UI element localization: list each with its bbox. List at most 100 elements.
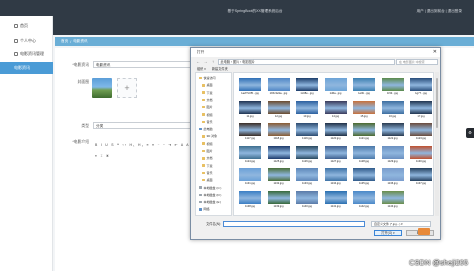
file-item[interactable]: 1g77...jpg [407, 78, 433, 95]
file-item[interactable]: 1119.jpg [293, 123, 321, 140]
file-grid-scrollbar[interactable] [435, 72, 439, 216]
file-item[interactable]: 1137.jpg [407, 168, 433, 185]
file-item[interactable]: 1142.jpg [350, 190, 378, 208]
nav-item[interactable]: 视频 [202, 113, 213, 117]
file-item[interactable]: 1143.jpg [379, 190, 407, 208]
up-arrow-icon[interactable]: ↑ [210, 59, 216, 65]
file-item[interactable]: 12.jpg [265, 100, 293, 118]
nav-item[interactable]: 网络 [199, 207, 210, 211]
file-item[interactable]: 1140.jpg [293, 190, 321, 208]
file-name: 1136.jpg [387, 182, 398, 185]
file-item[interactable]: 1e0b...jpg [350, 78, 378, 95]
file-item[interactable]: 1130.jpg [407, 145, 433, 163]
file-item[interactable]: 1134.jpg [322, 168, 350, 185]
file-item[interactable]: 1141.jpg [322, 190, 350, 208]
file-thumbnail [410, 168, 432, 181]
nav-item[interactable]: 音乐 [202, 171, 213, 175]
file-type-filter[interactable]: 自定义文件 (*.jpg...) ▾ [371, 220, 431, 227]
nav-item[interactable]: 此电脑 [199, 127, 213, 131]
file-item[interactable]: 1120.jpg [322, 123, 350, 140]
file-item[interactable]: 1133.jpg [293, 168, 321, 185]
upload-cover-button[interactable]: + [117, 78, 137, 98]
file-name: 1126.jpg [301, 159, 313, 163]
top-links[interactable]: 用户 | 退出到前台 | 退出登录 [417, 9, 462, 14]
file-item[interactable]: 1126.jpg [293, 145, 321, 163]
nav-item[interactable]: 桌面 [202, 83, 213, 87]
file-item[interactable]: 1118.jpg [265, 123, 293, 140]
file-item[interactable]: 1125.jpg [265, 145, 293, 163]
sidebar-item-news-management[interactable]: 电影资讯管理 [0, 48, 53, 60]
file-item[interactable]: 1129.jpg [379, 145, 407, 163]
nav-item[interactable]: 本地磁盘 (E:) [199, 200, 221, 204]
new-folder-button[interactable]: 新建文件夹 [212, 66, 228, 71]
nav-item[interactable]: 视频 [202, 142, 213, 146]
nav-item[interactable]: 3D 对象 [202, 134, 217, 138]
file-item[interactable]: 11.jpg [236, 100, 264, 118]
file-item[interactable]: 16.jpg [379, 100, 407, 118]
cover-thumbnail[interactable] [92, 78, 112, 98]
back-arrow-icon[interactable]: ← [195, 59, 201, 65]
file-item[interactable]: 1138.jpg [236, 190, 264, 208]
nav-item[interactable]: 快速访问 [199, 76, 216, 80]
nav-item-label: 音乐 [206, 119, 213, 124]
folder-icon [202, 135, 205, 138]
file-item[interactable]: 1c08e...jpg [293, 78, 321, 95]
file-item[interactable]: 1128.jpg [350, 145, 378, 163]
close-icon[interactable]: ✕ [433, 49, 437, 55]
sidebar-item-label: 个人中心 [20, 38, 36, 43]
file-item[interactable]: 1124.jpg [236, 145, 264, 163]
nav-item[interactable]: 下载 [202, 91, 213, 95]
file-item[interactable]: 13.jpg [293, 100, 321, 118]
nav-item[interactable]: 音乐 [202, 120, 213, 124]
file-item[interactable]: 1132.jpg [265, 168, 293, 185]
file-item[interactable]: 1b5c3e9a...jpg [265, 78, 293, 95]
nav-item[interactable]: 本地磁盘 (D:) [199, 193, 221, 197]
nav-item[interactable]: 文档 [202, 156, 213, 160]
file-item[interactable]: 1136.jpg [379, 168, 407, 185]
file-item[interactable]: 17.jpg [407, 100, 433, 118]
nav-item[interactable]: 下载 [202, 164, 213, 168]
settings-float-button[interactable]: ⚙ [466, 128, 474, 138]
sidebar-item-profile[interactable]: 个人中心 [0, 35, 53, 47]
nav-item[interactable]: 图片 [202, 149, 213, 153]
filename-input[interactable] [223, 220, 365, 227]
organize-button[interactable]: 组织 ▾ [197, 66, 206, 71]
search-input[interactable]: 在 电影图片 中搜索 [396, 58, 438, 65]
nav-item[interactable]: 桌面 [202, 178, 213, 182]
open-button[interactable]: 打开(O) ▾ [374, 230, 402, 236]
drive-icon [199, 200, 202, 204]
file-item[interactable]: 1135.jpg [350, 168, 378, 185]
file-thumbnail [410, 145, 432, 159]
nav-item[interactable]: 文档 [202, 98, 213, 102]
file-name: 1140.jpg [301, 204, 313, 208]
file-item[interactable]: 1131.jpg [236, 168, 264, 185]
editor-toolbar[interactable]: B I U S ❝ ‹› H₁ H₂ ≡ ≡ ⁻ ⁼ ⇥ ⇤ A A [95, 143, 190, 147]
sidebar-item-news[interactable]: 电影资讯 [0, 62, 53, 74]
forward-arrow-icon[interactable]: → [203, 59, 209, 65]
nav-item[interactable]: 本地磁盘 (C:) [199, 186, 221, 190]
file-item[interactable]: 1117.jpg [236, 123, 264, 140]
file-name: 1124.jpg [244, 159, 256, 163]
file-thumbnail [267, 100, 290, 114]
file-item[interactable]: 1d6a...jpg [322, 78, 350, 95]
editor-toolbar-row2[interactable]: ≡ ⌶ ▣ [95, 154, 110, 158]
nav-item-label: 本地磁盘 (E:) [203, 200, 222, 205]
file-item[interactable]: 1122.jpg [379, 123, 407, 140]
breadcrumb-home[interactable]: 首页 [61, 39, 68, 44]
title-input[interactable]: 电影资讯 [93, 61, 193, 68]
file-item[interactable]: 1123.jpg [407, 123, 433, 140]
file-item[interactable]: 1139.jpg [265, 190, 293, 208]
scrollbar-thumb[interactable] [436, 78, 438, 128]
nav-item[interactable]: 图片 [202, 105, 213, 109]
sidebar-item-home[interactable]: 首页 [0, 20, 53, 32]
file-item[interactable]: 1121.jpg [350, 123, 378, 140]
file-item[interactable]: 14.jpg [322, 100, 350, 118]
file-item[interactable]: 1a2f7c0f5...jpg [236, 78, 264, 95]
file-item[interactable]: 1127.jpg [322, 145, 350, 163]
path-field[interactable]: 此电脑 › 图片 › 电影图片 [217, 58, 395, 65]
category-select[interactable]: 分类 [93, 122, 193, 129]
file-item[interactable]: 1f33...jpg [379, 78, 407, 95]
file-thumbnail [296, 78, 318, 91]
category-label: 类型 [81, 124, 89, 128]
file-item[interactable]: 15.jpg [350, 100, 378, 118]
